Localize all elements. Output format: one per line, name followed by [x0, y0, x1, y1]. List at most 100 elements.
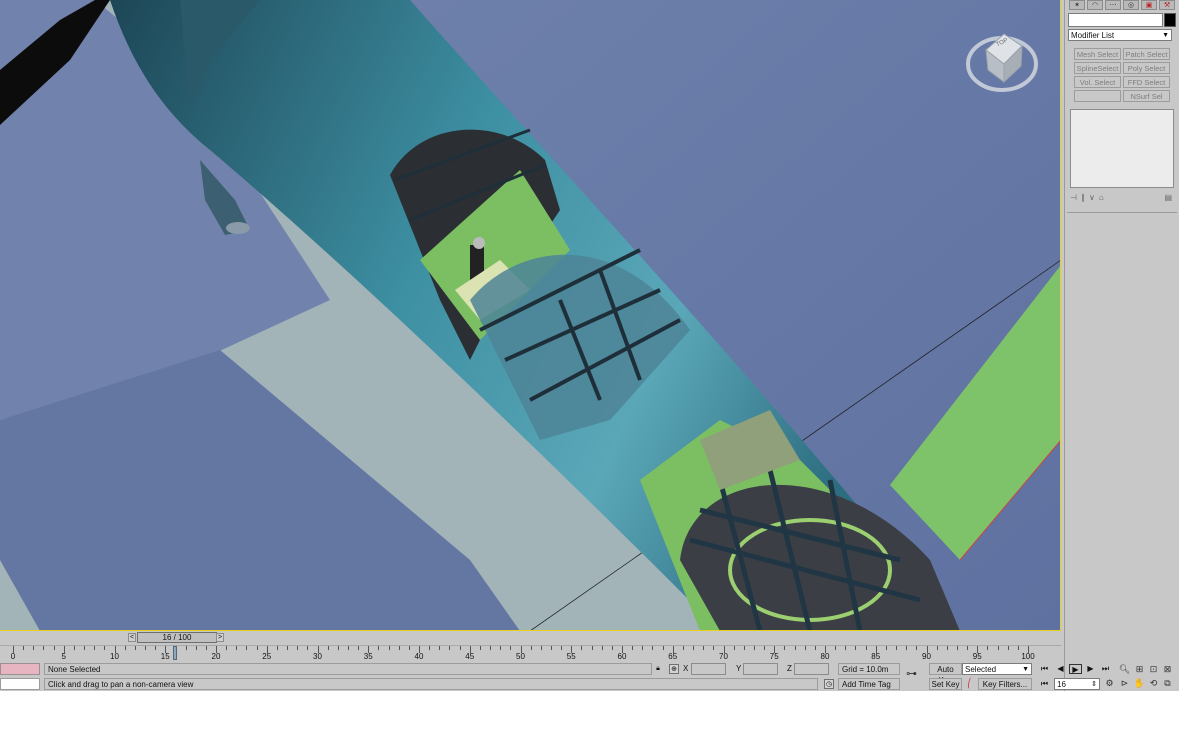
z-coord-label: Z: [787, 664, 792, 673]
track-bar-tick: [733, 646, 735, 650]
track-bar-tick: [408, 646, 410, 650]
track-bar-tick: [896, 646, 898, 650]
track-bar-tick: [84, 646, 86, 650]
track-bar-tick-label: 10: [110, 652, 119, 661]
track-bar-tick: [144, 646, 146, 650]
previous-frame-icon[interactable]: ◀: [1054, 664, 1067, 674]
set-key-button[interactable]: Set Key: [929, 678, 962, 690]
modifier-stack[interactable]: [1070, 109, 1174, 188]
track-bar-tick-label: 65: [668, 652, 678, 661]
pan-hand-icon[interactable]: ✋: [1133, 677, 1146, 689]
make-unique-icon[interactable]: ∨: [1089, 193, 1095, 202]
mesh-select-button[interactable]: Mesh Select: [1074, 48, 1121, 60]
perspective-viewport[interactable]: TOP: [0, 0, 1061, 631]
display-icon[interactable]: ▣: [1141, 0, 1157, 10]
ffd-select-button[interactable]: FFD Select: [1123, 76, 1170, 88]
maxscript-output-mini[interactable]: [0, 678, 40, 690]
maximize-viewport-icon[interactable]: ⧉: [1161, 677, 1174, 689]
vol-select-button[interactable]: Vol. Select: [1074, 76, 1121, 88]
add-time-tag-button[interactable]: Add Time Tag: [838, 678, 900, 690]
time-slider[interactable]: < 16 / 100 >: [0, 631, 1061, 645]
track-bar-tick: [155, 646, 157, 650]
time-tag-icon[interactable]: ◷: [824, 679, 834, 689]
track-bar-tick: [753, 646, 755, 650]
track-bar-tick-label: 0: [10, 652, 16, 661]
object-color-swatch[interactable]: [1164, 13, 1176, 27]
auto-key-button[interactable]: Auto Key: [929, 663, 962, 685]
zoom-extents-icon[interactable]: ⊡: [1147, 663, 1160, 675]
remove-modifier-icon[interactable]: ⌂: [1099, 193, 1104, 202]
spinner-icon: ⇕: [1091, 681, 1097, 688]
time-slider-next-button[interactable]: >: [216, 633, 224, 642]
track-bar-tick: [53, 646, 55, 650]
track-bar-tick-label: 70: [719, 652, 728, 661]
track-bar-tick-label: 30: [313, 652, 322, 661]
time-slider-prev-button[interactable]: <: [128, 633, 136, 642]
key-mode-toggle-icon[interactable]: ⏮: [1038, 679, 1051, 689]
track-bar-tick: [916, 646, 918, 650]
track-bar-tick: [94, 646, 96, 650]
modifier-list-dropdown[interactable]: Modifier List ▼: [1068, 29, 1172, 41]
track-bar-tick: [764, 646, 766, 650]
pin-stack-icon[interactable]: ⊣: [1070, 193, 1077, 202]
set-key-icon[interactable]: ⎛: [963, 677, 976, 689]
track-bar-tick: [885, 646, 887, 650]
nsurf-sel-button[interactable]: NSurf Sel: [1123, 90, 1170, 102]
track-bar-current-frame[interactable]: [173, 646, 178, 660]
orbit-icon[interactable]: ⟲: [1147, 677, 1160, 689]
patch-select-button[interactable]: Patch Select: [1123, 48, 1170, 60]
zoom-extents-all-icon[interactable]: ⊠: [1161, 663, 1174, 675]
hierarchy-icon[interactable]: ⋯: [1105, 0, 1121, 10]
current-frame-value: 16: [1057, 680, 1066, 689]
empty-modifier-button[interactable]: [1074, 90, 1121, 102]
track-bar-tick: [987, 646, 989, 650]
lock-selection-icon[interactable]: 🔒︎: [653, 664, 663, 674]
track-bar-tick: [226, 646, 228, 650]
track-bar-tick: [581, 646, 583, 650]
go-to-start-icon[interactable]: ⏮: [1038, 664, 1051, 674]
next-frame-icon[interactable]: ▶: [1084, 664, 1097, 674]
zoom-icon[interactable]: 🔍︎: [1118, 663, 1131, 675]
y-coord-field[interactable]: [743, 663, 778, 675]
configure-sets-icon[interactable]: ▤: [1164, 193, 1172, 202]
track-bar-tick: [855, 646, 857, 650]
z-coord-field[interactable]: [794, 663, 829, 675]
modifier-stack-tools: ⊣ ∥ ∨ ⌂ ▤: [1070, 191, 1172, 203]
go-to-end-icon[interactable]: ⏭: [1099, 664, 1112, 674]
track-bar-tick-label: 40: [414, 652, 424, 661]
track-bar-tick: [632, 646, 634, 650]
modify-icon[interactable]: ◠: [1087, 0, 1103, 10]
object-name-field[interactable]: [1068, 13, 1163, 27]
time-slider-thumb[interactable]: 16 / 100: [137, 632, 217, 643]
track-bar-tick: [246, 646, 248, 650]
show-end-result-icon[interactable]: ∥: [1081, 193, 1085, 202]
y-coord-label: Y: [736, 664, 742, 673]
motion-icon[interactable]: ◎: [1123, 0, 1139, 10]
track-bar-tick: [337, 646, 339, 650]
track-bar-tick: [307, 646, 309, 650]
key-mode-dropdown[interactable]: Selected ▼: [962, 663, 1032, 675]
current-frame-spinner[interactable]: 16 ⇕: [1054, 678, 1100, 690]
track-bar[interactable]: 0 5 10 15 20 25 30 35 40 45 50 55 60 65 70 75 80 85 90 95 10…: [0, 645, 1061, 663]
absolute-mode-icon[interactable]: ⊕: [669, 664, 679, 674]
maxscript-listener-mini[interactable]: [0, 663, 40, 675]
key-filters-button[interactable]: Key Filters...: [978, 678, 1032, 690]
zoom-all-icon[interactable]: ⊞: [1133, 663, 1146, 675]
track-bar-tick-label: 20: [211, 652, 221, 661]
spline-select-button[interactable]: SplineSelect: [1074, 62, 1121, 74]
track-bar-tick-label: 35: [363, 652, 373, 661]
track-bar-tick: [439, 646, 441, 650]
track-bar-tick: [205, 646, 207, 650]
viewcube[interactable]: TOP: [966, 28, 1038, 94]
time-configuration-icon[interactable]: ⚙: [1103, 677, 1116, 689]
track-bar-tick: [479, 646, 481, 650]
track-bar-tick: [814, 646, 816, 650]
play-icon[interactable]: ▶: [1069, 664, 1082, 674]
create-icon[interactable]: ✶: [1069, 0, 1085, 10]
poly-select-button[interactable]: Poly Select: [1123, 62, 1170, 74]
x-coord-field[interactable]: [691, 663, 726, 675]
track-bar-tick: [378, 646, 380, 650]
utilities-icon[interactable]: ⚒: [1159, 0, 1175, 10]
field-of-view-icon[interactable]: ⊳: [1118, 677, 1131, 689]
track-bar-tick: [185, 646, 187, 650]
